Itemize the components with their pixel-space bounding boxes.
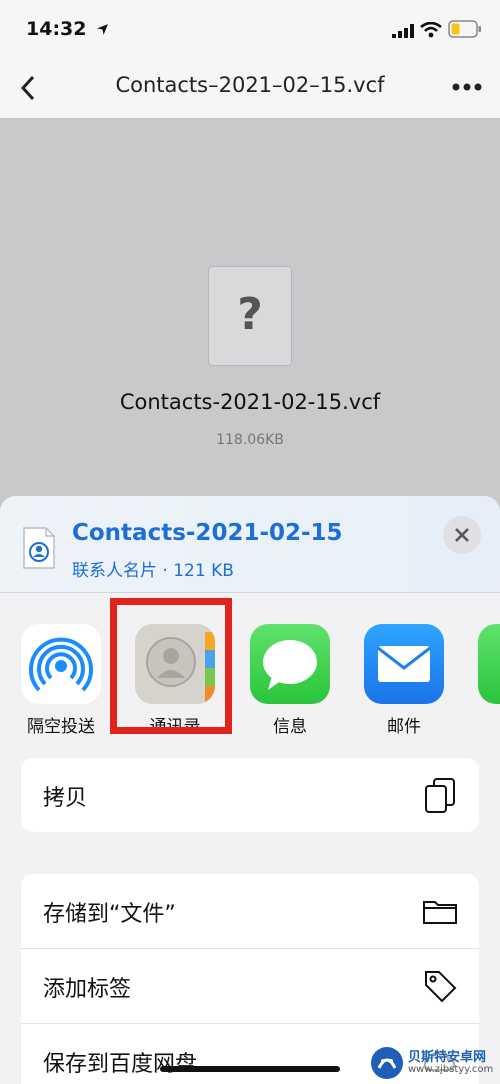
action-label: 保存到百度网盘 [43, 1052, 198, 1077]
app-partial[interactable] [478, 624, 500, 704]
status-bar: 14:32 [0, 0, 500, 58]
action-add-tag[interactable]: 添加标签 [21, 949, 479, 1024]
signal-icon [392, 24, 414, 38]
app-mail[interactable]: 邮件 [364, 624, 444, 737]
folder-icon [423, 901, 457, 924]
app-label: 信息 [273, 717, 307, 737]
watermark: 贝斯特安卓网 www.zjbstyy.com [368, 1044, 498, 1082]
preview-filename: Contacts-2021-02-15.vcf [119, 390, 381, 414]
wifi-icon [420, 22, 442, 38]
watermark-url: www.zjbstyy.com [408, 1064, 494, 1075]
file-preview: ? Contacts-2021-02-15.vcf 118.06KB [0, 118, 500, 498]
more-icon[interactable] [451, 82, 483, 92]
sheet-file-subtitle: 联系人名片 · 121 KB [72, 561, 234, 581]
battery-icon [448, 20, 481, 38]
messages-icon [250, 624, 330, 704]
action-save-to-files[interactable]: 存储到“文件” [21, 874, 479, 949]
nav-bar: Contacts–2021–02–15.vcf [0, 58, 500, 118]
share-sheet-header: Contacts-2021-02-15 联系人名片 · 121 KB [0, 496, 500, 593]
watermark-logo-icon [371, 1047, 403, 1079]
mail-icon [364, 624, 444, 704]
close-button[interactable] [443, 516, 481, 554]
time-label: 14:32 [26, 18, 87, 40]
home-indicator[interactable] [160, 1066, 340, 1072]
unknown-file-icon: ? [208, 266, 292, 366]
close-icon [455, 528, 469, 542]
action-label: 存储到“文件” [43, 902, 176, 927]
action-group-copy: 拷贝 [21, 758, 479, 832]
location-arrow-icon [97, 24, 109, 35]
copy-icon [425, 778, 455, 813]
highlight-box [110, 598, 232, 734]
share-sheet: Contacts-2021-02-15 联系人名片 · 121 KB 隔空投送 [0, 496, 500, 1084]
action-copy[interactable]: 拷贝 [21, 758, 479, 832]
contact-document-icon [23, 527, 55, 569]
app-messages[interactable]: 信息 [250, 624, 330, 737]
share-app-row: 隔空投送 通讯录 信息 邮件 [0, 594, 500, 744]
app-airdrop[interactable]: 隔空投送 [21, 624, 101, 737]
watermark-name: 贝斯特安卓网 [408, 1050, 487, 1065]
preview-filesize: 118.06KB [216, 432, 284, 448]
messages-icon [478, 624, 500, 704]
app-label: 邮件 [387, 717, 421, 737]
status-time: 14:32 [26, 18, 109, 40]
question-mark-glyph: ? [237, 289, 263, 340]
action-label: 拷贝 [43, 786, 88, 811]
airdrop-icon [21, 624, 101, 704]
nav-title: Contacts–2021–02–15.vcf [115, 73, 385, 97]
sheet-file-title: Contacts-2021-02-15 [72, 520, 343, 546]
app-label: 隔空投送 [27, 717, 95, 737]
action-label: 添加标签 [43, 977, 132, 1002]
tag-icon [425, 971, 457, 1003]
